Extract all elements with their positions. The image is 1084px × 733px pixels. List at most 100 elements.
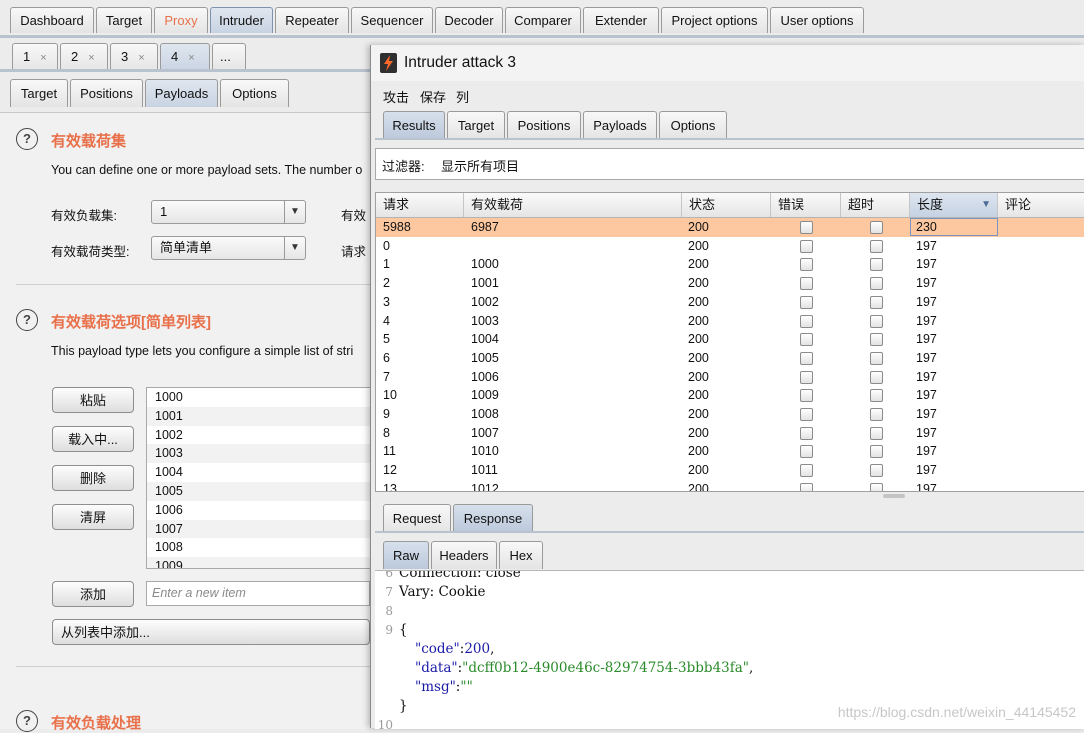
add-button[interactable]: 添加 [52,581,134,607]
tab-response[interactable]: Response [453,504,533,532]
close-icon[interactable]: × [188,52,194,64]
tab-target[interactable]: Target [447,111,505,139]
table-row[interactable]: 9 1008 200 197 [376,405,1084,424]
attack-tab-3[interactable]: 3 × [110,43,158,69]
tab-project-options[interactable]: Project options [661,7,768,33]
subtab-target[interactable]: Target [10,79,68,107]
cell-payload: 1007 [471,425,499,440]
col-length-label: 长度 [917,197,944,212]
tab-user-options[interactable]: User options [770,7,864,33]
attack-tab-more[interactable]: ... [212,43,246,69]
window-titlebar[interactable]: Intruder attack 3 [371,45,1084,81]
filter-bar[interactable]: 过滤器: 显示所有项目 [375,148,1084,180]
tab-hex[interactable]: Hex [499,541,543,569]
tab-results[interactable]: Results [383,111,445,139]
payload-set-select[interactable]: 1 ▼ [151,200,306,224]
payload-sets-description: You can define one or more payload sets.… [51,163,363,177]
results-table[interactable]: 请求 有效载荷 状态 错误 超时 长度 ▼ 评论 5988 6987 200 230 0… [375,192,1084,492]
table-row[interactable]: 2 1001 200 197 [376,274,1084,293]
list-item[interactable]: 1002 [147,426,371,445]
subtab-options[interactable]: Options [220,79,289,107]
tab-raw[interactable]: Raw [383,541,429,569]
close-icon[interactable]: × [40,52,46,64]
table-row[interactable]: 10 1009 200 197 [376,386,1084,405]
tab-decoder[interactable]: Decoder [435,7,503,33]
subtab-positions[interactable]: Positions [70,79,143,107]
col-status[interactable]: 状态 [682,193,771,217]
tab-sequencer[interactable]: Sequencer [351,7,433,33]
tab-headers[interactable]: Headers [431,541,497,569]
table-row[interactable]: 6 1005 200 197 [376,349,1084,368]
line-number: 9 [385,623,393,637]
col-error[interactable]: 错误 [771,193,841,217]
table-row[interactable]: 5 1004 200 197 [376,330,1084,349]
table-row[interactable]: 11 1010 200 197 [376,442,1084,461]
remove-button[interactable]: 删除 [52,465,134,491]
list-item[interactable]: 1009 [147,557,371,568]
help-icon[interactable]: ? [16,128,38,150]
tab-extender[interactable]: Extender [583,7,659,33]
error-checkbox [800,314,813,328]
help-icon[interactable]: ? [16,309,38,331]
menu-attack[interactable]: 攻击 [383,87,409,106]
paste-button[interactable]: 粘贴 [52,387,134,413]
col-request[interactable]: 请求 [376,193,464,217]
col-comment[interactable]: 评论 [998,193,1084,217]
load-button[interactable]: 载入中... [52,426,134,452]
table-row[interactable]: 3 1002 200 197 [376,293,1084,312]
list-item[interactable]: 1001 [147,406,371,426]
code-content: "data":"dcff0b12-4900e46c-82974754-3bbb4… [415,659,753,678]
filter-label: 过滤器: [382,159,425,174]
list-item[interactable]: 1006 [147,501,371,520]
cell-length: 197 [916,238,937,253]
subtab-payloads[interactable]: Payloads [145,79,218,107]
table-row[interactable]: 4 1003 200 197 [376,312,1084,331]
tab-dashboard[interactable]: Dashboard [10,7,94,33]
table-row[interactable]: 12 1011 200 197 [376,461,1084,480]
split-handle[interactable] [883,494,905,498]
attack-tab-label: 1 [23,49,31,64]
tab-proxy[interactable]: Proxy [154,7,208,33]
error-checkbox [800,221,813,234]
tab-positions[interactable]: Positions [507,111,581,139]
tab-payloads[interactable]: Payloads [583,111,657,139]
list-item[interactable]: 1008 [147,538,371,557]
list-item[interactable]: 1000 [147,388,371,407]
table-row[interactable]: 5988 6987 200 230 [376,218,1084,237]
tab-request[interactable]: Request [383,504,451,532]
cell-request: 9 [383,407,390,421]
new-item-input[interactable]: Enter a new item [146,581,370,606]
tab-underline [375,138,1084,140]
table-row[interactable]: 7 1006 200 197 [376,368,1084,387]
close-icon[interactable]: × [88,52,94,64]
close-icon[interactable]: × [138,52,144,64]
cell-payload: 1005 [471,350,499,365]
attack-tab-2[interactable]: 2 × [60,43,108,69]
attack-tab-1[interactable]: 1 × [12,43,58,69]
tab-comparer[interactable]: Comparer [505,7,581,33]
menu-save[interactable]: 保存 [420,87,446,106]
menu-columns[interactable]: 列 [456,87,469,106]
clear-button[interactable]: 清屏 [52,504,134,530]
tab-intruder[interactable]: Intruder [210,7,273,33]
table-row[interactable]: 0 200 197 [376,237,1084,256]
list-item[interactable]: 1004 [147,463,371,482]
col-timeout[interactable]: 超时 [841,193,910,217]
payload-list[interactable]: 1000 1001 1002 1003 1004 1005 1006 1007 … [146,387,372,569]
add-from-list-button[interactable]: 从列表中添加... [52,619,370,645]
help-icon[interactable]: ? [16,710,38,732]
tab-repeater[interactable]: Repeater [275,7,349,33]
table-row[interactable]: 1 1000 200 197 [376,255,1084,274]
table-row[interactable]: 13 1012 200 197 [376,480,1084,491]
tab-target[interactable]: Target [96,7,152,33]
cell-payload: 1011 [471,463,498,478]
payload-type-select[interactable]: 简单清单 ▼ [151,236,306,260]
attack-tab-4[interactable]: 4 × [160,43,210,69]
list-item[interactable]: 1007 [147,519,371,539]
tab-options[interactable]: Options [659,111,727,139]
list-item[interactable]: 1003 [147,444,371,464]
col-length[interactable]: 长度 ▼ [910,193,998,217]
col-payload[interactable]: 有效载荷 [464,193,682,217]
table-row[interactable]: 8 1007 200 197 [376,424,1084,443]
list-item[interactable]: 1005 [147,481,371,501]
